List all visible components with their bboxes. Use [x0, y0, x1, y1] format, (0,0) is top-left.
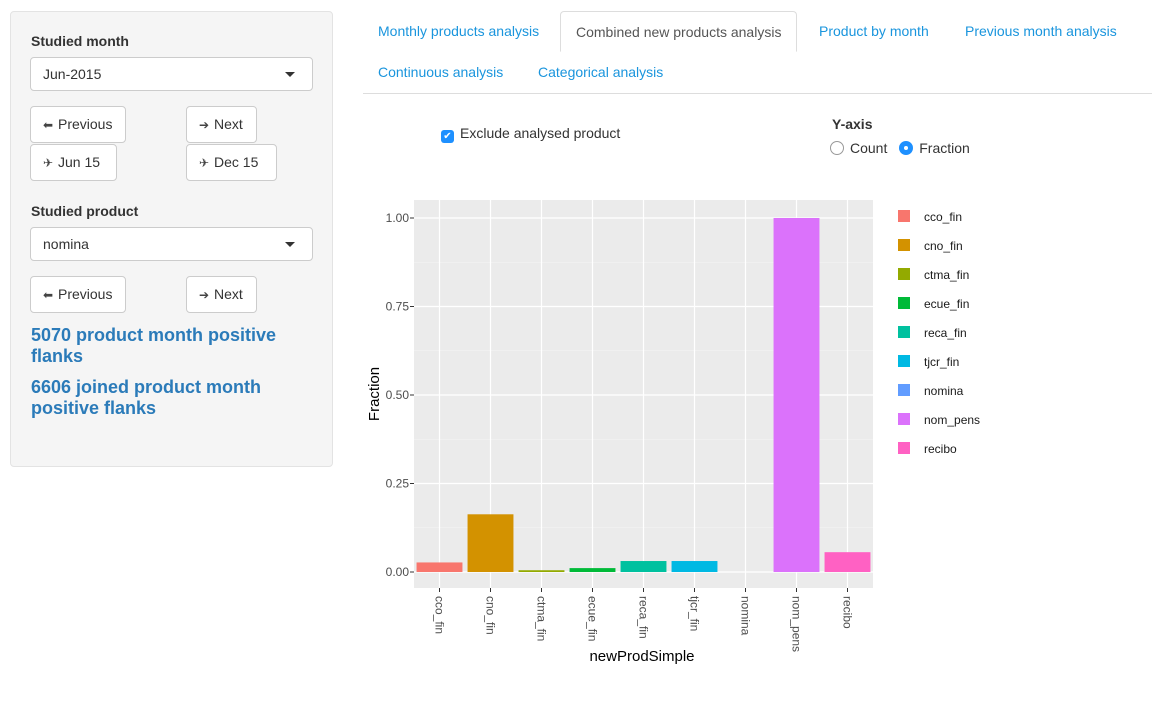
- legend-swatch: [898, 413, 910, 425]
- bar-recibo: [824, 552, 871, 572]
- x-tick-label: ctma_fin: [535, 596, 549, 641]
- bar-ctma_fin: [518, 570, 565, 572]
- y-tick-labels: 0.00 0.25 0.50 0.75 1.00: [386, 211, 414, 579]
- legend-label: recibo: [924, 442, 957, 456]
- legend-label: cno_fin: [924, 239, 963, 253]
- bar-nom_pens: [773, 218, 820, 572]
- legend-label: reca_fin: [924, 326, 967, 340]
- legend: cco_fin cno_fin ctma_fin ecue_fin reca_fintj…: [898, 210, 980, 456]
- legend-label: nom_pens: [924, 413, 980, 427]
- bar-tjcr_fin: [671, 561, 718, 572]
- legend-swatch: [898, 239, 910, 251]
- legend-swatch: [898, 210, 910, 222]
- legend-label: ecue_fin: [924, 297, 969, 311]
- legend-swatch: [898, 326, 910, 338]
- bar-cno_fin: [467, 514, 514, 572]
- legend-label: cco_fin: [924, 210, 962, 224]
- x-tick-labels: cco_fin cno_fin ctma_fin ecue_fin reca_fin tj…: [433, 588, 855, 652]
- x-tick-label: nomina: [739, 596, 753, 636]
- legend-swatch: [898, 297, 910, 309]
- x-tick-label: cco_fin: [433, 596, 447, 634]
- x-tick-label: tjcr_fin: [688, 596, 702, 631]
- y-tick-label: 0.00: [386, 565, 410, 579]
- legend-swatch: [898, 268, 910, 280]
- legend-label: nomina: [924, 384, 964, 398]
- x-tick-label: recibo: [841, 596, 855, 629]
- x-tick-label: cno_fin: [484, 596, 498, 635]
- y-tick-label: 1.00: [386, 211, 410, 225]
- bar-reca_fin: [620, 561, 667, 572]
- y-tick-label: 0.25: [386, 477, 410, 491]
- y-tick-label: 0.75: [386, 300, 410, 314]
- bar-ecue_fin: [569, 568, 616, 572]
- y-axis-label: Fraction: [366, 367, 383, 421]
- legend-swatch: [898, 355, 910, 367]
- bar-cco_fin: [416, 562, 463, 572]
- x-tick-label: nom_pens: [790, 596, 804, 652]
- legend-label: tjcr_fin: [924, 355, 959, 369]
- y-tick-label: 0.50: [386, 388, 410, 402]
- legend-label: ctma_fin: [924, 268, 969, 282]
- x-axis-label: newProdSimple: [589, 648, 694, 665]
- x-tick-label: ecue_fin: [586, 596, 600, 641]
- fraction-bar-chart: 0.00 0.25 0.50 0.75 1.00 cco_fin cno_fin ctma_…: [366, 200, 980, 665]
- x-tick-label: reca_fin: [637, 596, 651, 639]
- legend-swatch: [898, 384, 910, 396]
- legend-swatch: [898, 442, 910, 454]
